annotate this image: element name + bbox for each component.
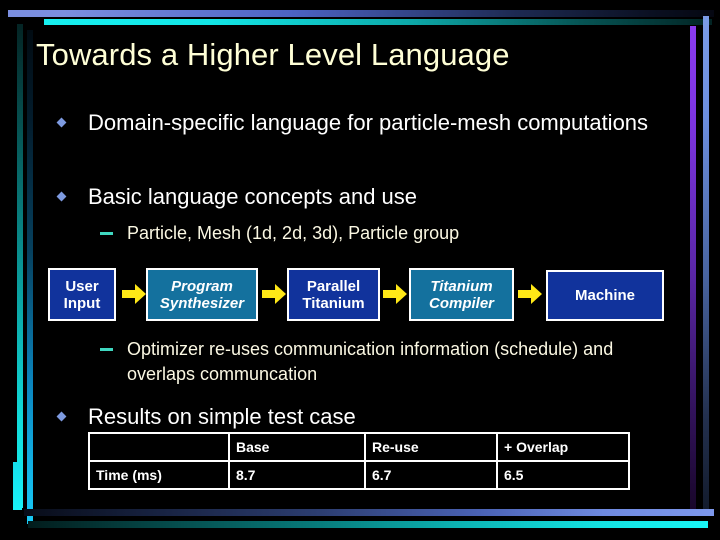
flow-node-titanium-compiler[interactable]: Titanium Compiler — [409, 268, 514, 321]
frame-left-outer-line — [17, 24, 23, 508]
dash-marker-icon — [100, 232, 113, 235]
sub-bullet-item-1: Particle, Mesh (1d, 2d, 3d), Particle gr… — [100, 221, 640, 246]
dash-marker-icon — [100, 348, 113, 351]
table-row: Time (ms) 8.7 6.7 6.5 — [88, 460, 630, 490]
bullet-item-1: Domain-specific language for particle-me… — [56, 108, 658, 138]
sub-bullet-item-2-label: Optimizer re-uses communication informat… — [127, 339, 614, 384]
bullet-diamond-icon — [56, 117, 67, 128]
frame-bottom-blue-line — [24, 509, 714, 516]
table-header-cell-base: Base — [228, 432, 366, 462]
slide-canvas: Towards a Higher Level Language Domain-s… — [0, 0, 720, 540]
flow-node-user-input-label: User Input — [63, 277, 101, 312]
frame-right-purple-line — [690, 26, 696, 512]
table-row-label: Time (ms) — [88, 460, 230, 490]
flow-node-parallel-titanium[interactable]: Parallel Titanium — [287, 268, 380, 321]
table-header-cell-0 — [88, 432, 230, 462]
table-header-cell-overlap: + Overlap — [496, 432, 630, 462]
sub-bullet-item-1-label: Particle, Mesh (1d, 2d, 3d), Particle gr… — [127, 223, 460, 243]
results-table: Base Re-use + Overlap Time (ms) 8.7 6.7 … — [88, 432, 630, 490]
flow-node-program-synthesizer-label: Program Synthesizer — [159, 277, 245, 312]
bullet-item-2: Basic language concepts and use — [56, 182, 658, 212]
bullet-item-3-label: Results on simple test case — [88, 404, 356, 429]
flow-node-machine-label: Machine — [574, 287, 635, 304]
frame-bottom-left-accent — [13, 462, 22, 510]
table-header-row: Base Re-use + Overlap — [88, 432, 630, 462]
bullet-item-1-label: Domain-specific language for particle-me… — [88, 110, 649, 135]
bullet-item-2-label: Basic language concepts and use — [88, 184, 418, 209]
bullet-diamond-icon — [56, 191, 67, 202]
flow-node-program-synthesizer[interactable]: Program Synthesizer — [146, 268, 258, 321]
bullet-diamond-icon — [56, 411, 67, 422]
table-cell-overlap: 6.5 — [496, 460, 630, 490]
frame-top-cyan-line — [44, 19, 712, 25]
frame-top-blue-line — [8, 10, 714, 17]
sub-bullet-item-2: Optimizer re-uses communication informat… — [100, 337, 640, 387]
flow-node-titanium-compiler-label: Titanium Compiler — [428, 277, 494, 312]
frame-bottom-cyan-line — [28, 521, 708, 528]
table-header-cell-reuse: Re-use — [364, 432, 498, 462]
table-cell-reuse: 6.7 — [364, 460, 498, 490]
bullet-item-3: Results on simple test case — [56, 402, 658, 432]
flow-node-machine[interactable]: Machine — [546, 270, 664, 321]
flow-node-user-input[interactable]: User Input — [48, 268, 116, 321]
frame-right-blue-line — [703, 16, 709, 516]
slide-title: Towards a Higher Level Language — [36, 37, 510, 72]
flow-node-parallel-titanium-label: Parallel Titanium — [302, 277, 365, 312]
frame-left-inner-line — [27, 30, 33, 524]
table-cell-base: 8.7 — [228, 460, 366, 490]
